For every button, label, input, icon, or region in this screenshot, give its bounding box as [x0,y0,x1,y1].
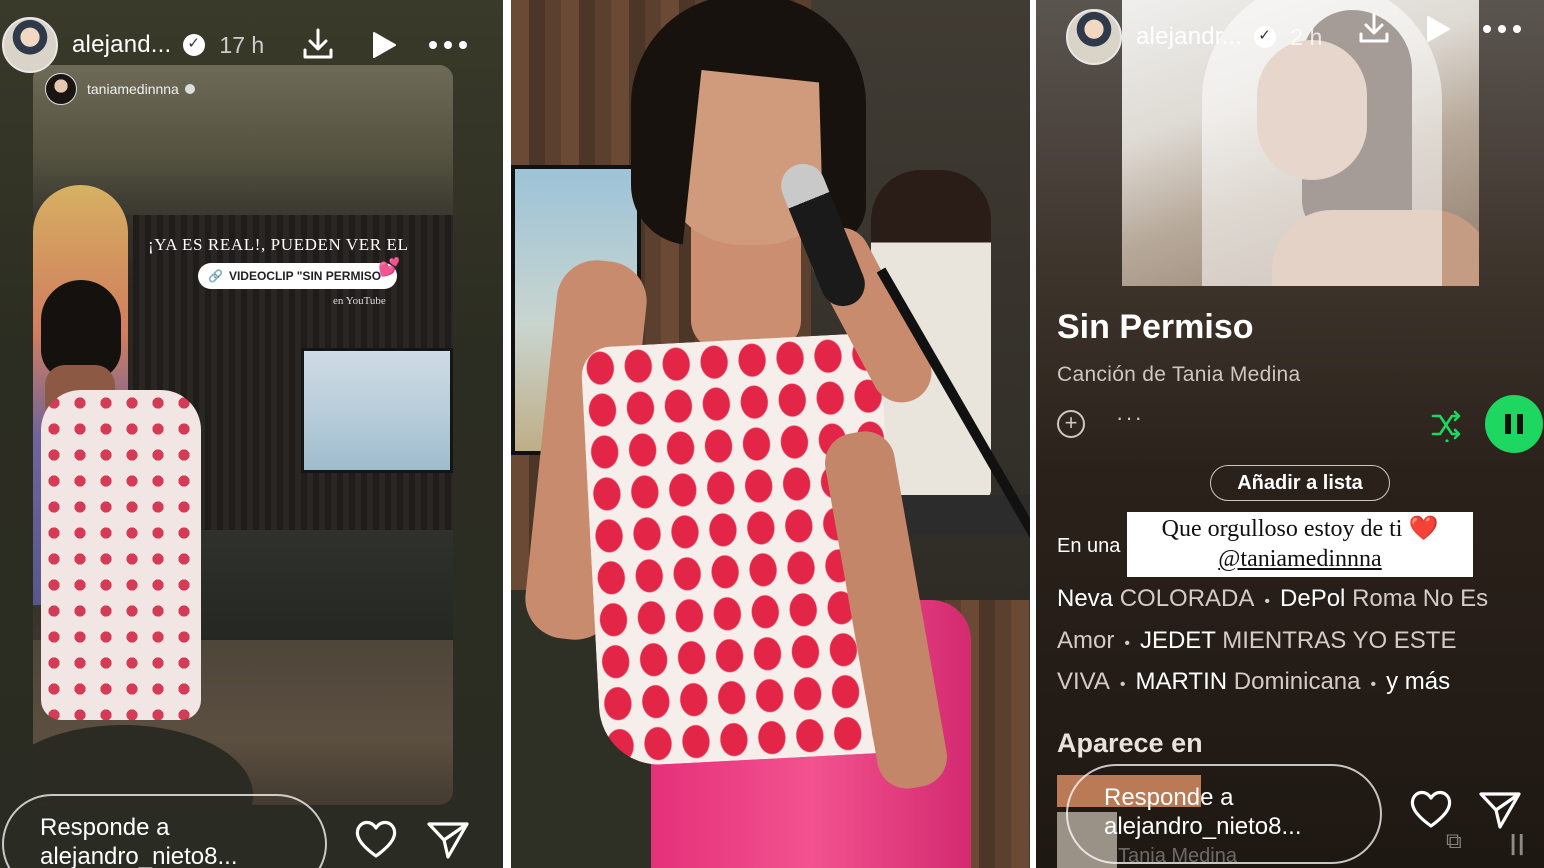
song-title: Sin Permiso [1057,308,1254,346]
username[interactable]: alejand... [72,31,171,59]
add-icon[interactable]: + [1057,410,1085,438]
text-sticker: Que orgulloso estoy de ti ❤️ @taniamedin… [1127,512,1473,577]
mention-link[interactable]: @taniamedinnna [1127,544,1473,574]
play-icon[interactable] [1424,14,1452,44]
story-panel-1: taniamedinnna ¡YA ES REAL!, PUEDEN VER E… [0,0,503,868]
heart-emoji: ❤️ [1408,516,1439,542]
send-icon[interactable] [426,820,470,865]
heart-icon[interactable] [354,819,398,864]
story-panel-2 [511,0,1030,868]
link-icon: 🔗 [208,269,223,283]
story-panel-3: alejandr... 2 h Sin Permiso Canción de T… [1036,0,1544,868]
avatar[interactable] [2,17,58,73]
reply-input[interactable]: Responde a alejandro_nieto8... [1066,764,1382,864]
reply-input[interactable]: Responde a alejandro_nieto8... [2,794,327,868]
playlist-curator[interactable]: JEDET [1140,627,1216,654]
youtube-note: en YouTube [333,295,386,307]
story-caption: ¡YA ES REAL!, PUEDEN VER EL [148,235,409,254]
play-icon[interactable] [370,30,398,60]
song-subtitle: Canción de Tania Medina [1057,363,1301,386]
send-icon[interactable] [1478,790,1522,835]
username[interactable]: alejandr... [1136,23,1242,51]
playlist-title[interactable]: COLORADA [1120,585,1255,612]
playlist-curator[interactable]: MARTIN [1136,668,1228,695]
playlist-curator[interactable]: Neva [1057,585,1113,612]
download-icon[interactable] [1356,10,1392,46]
shuffle-icon[interactable] [1431,408,1463,447]
more-options-icon[interactable]: ··· [1116,405,1144,431]
pause-button[interactable] [1485,395,1543,453]
avatar[interactable] [1066,9,1122,65]
and-more-link[interactable]: y más [1386,668,1450,695]
playlist-list: Neva COLORADA • DePol Roma No Es Amor • JEDE… [1057,585,1489,695]
playlist-title[interactable]: Dominicana [1234,668,1361,695]
story-time: 17 h [219,31,265,58]
download-icon[interactable] [300,26,336,62]
tv-screen [301,348,453,473]
hearts-sticker: 💕 [378,257,401,277]
story-media: taniamedinnna ¡YA ES REAL!, PUEDEN VER E… [33,65,453,805]
verified-icon [183,34,206,56]
link-sticker[interactable]: 🔗 VIDEOCLIP "SIN PERMISO" [198,263,397,289]
note-text: Que orgulloso estoy de ti [1161,516,1403,542]
pause-icon [1505,414,1511,434]
story-time: 2 h [1290,23,1323,50]
more-icon[interactable] [428,38,468,52]
more-icon[interactable] [1482,22,1522,36]
link-sticker-label: VIDEOCLIP "SIN PERMISO" [228,269,387,283]
in-a-playlist-label: En una [1057,535,1121,557]
add-to-list-button[interactable]: Añadir a lista [1210,465,1390,501]
heart-icon[interactable] [1409,789,1453,834]
verified-icon [1254,26,1277,48]
playlist-curator[interactable]: DePol [1280,585,1345,612]
woman-figure [41,390,201,720]
appears-in-heading: Aparece en [1057,728,1203,758]
